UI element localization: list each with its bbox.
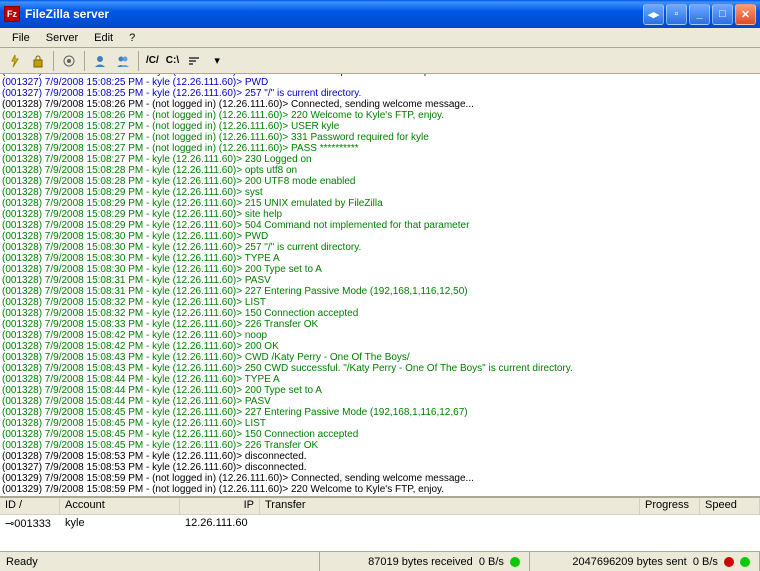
log-line: (001328) 7/9/2008 15:08:29 PM - kyle (12…: [2, 187, 758, 198]
status-ready: Ready: [0, 552, 320, 571]
log-line: (001328) 7/9/2008 15:08:32 PM - kyle (12…: [2, 308, 758, 319]
conn-ip: 12.26.111.60: [180, 516, 260, 531]
status-sent: 2047696209 bytes sent 0 B/s: [530, 552, 760, 571]
log-line: (001327) 7/9/2008 15:08:25 PM - kyle (12…: [2, 77, 758, 88]
log-line: (001328) 7/9/2008 15:08:27 PM - (not log…: [2, 143, 758, 154]
connection-row[interactable]: ⊸001333 kyle 12.26.111.60: [0, 515, 760, 532]
log-line: (001328) 7/9/2008 15:08:43 PM - kyle (12…: [2, 352, 758, 363]
custom-button-2[interactable]: ▫: [666, 4, 687, 25]
col-speed[interactable]: Speed: [700, 498, 760, 514]
conn-icon: ⊸001333: [0, 516, 60, 531]
log-line: (001328) 7/9/2008 15:08:43 PM - kyle (12…: [2, 363, 758, 374]
log-line: (001328) 7/9/2008 15:08:45 PM - kyle (12…: [2, 429, 758, 440]
log-line: (001328) 7/9/2008 15:08:44 PM - kyle (12…: [2, 374, 758, 385]
log-line: (001328) 7/9/2008 15:08:44 PM - kyle (12…: [2, 385, 758, 396]
log-line: (001328) 7/9/2008 15:08:28 PM - kyle (12…: [2, 176, 758, 187]
recv-rate: 0 B/s: [479, 556, 504, 568]
separator: [53, 51, 54, 71]
col-id[interactable]: ID /: [0, 498, 60, 514]
log-line: (001328) 7/9/2008 15:08:45 PM - kyle (12…: [2, 407, 758, 418]
log-line: (001328) 7/9/2008 15:08:45 PM - kyle (12…: [2, 418, 758, 429]
menu-file[interactable]: File: [4, 30, 38, 46]
status-received: 87019 bytes received 0 B/s: [320, 552, 530, 571]
titlebar: Fz FileZilla server ◂▸ ▫ _ □ ✕: [0, 0, 760, 28]
col-transfer[interactable]: Transfer: [260, 498, 640, 514]
menu-edit[interactable]: Edit: [86, 30, 121, 46]
log-line: (001328) 7/9/2008 15:08:31 PM - kyle (12…: [2, 275, 758, 286]
conn-progress: [640, 516, 700, 531]
col-ip[interactable]: IP: [180, 498, 260, 514]
log-line: (001328) 7/9/2008 15:08:29 PM - kyle (12…: [2, 209, 758, 220]
path-win-button[interactable]: C:\: [163, 55, 182, 66]
log-line: (001328) 7/9/2008 15:08:30 PM - kyle (12…: [2, 264, 758, 275]
log-line: (001328) 7/9/2008 15:08:42 PM - kyle (12…: [2, 330, 758, 341]
conn-transfer: [260, 516, 640, 531]
col-progress[interactable]: Progress: [640, 498, 700, 514]
recv-indicator-icon: [510, 557, 520, 567]
custom-button-1[interactable]: ◂▸: [643, 4, 664, 25]
minimize-button[interactable]: _: [689, 4, 710, 25]
separator: [84, 51, 85, 71]
sent-rate: 0 B/s: [693, 556, 718, 568]
path-unix-button[interactable]: /C/: [143, 55, 162, 66]
statusbar: Ready 87019 bytes received 0 B/s 2047696…: [0, 551, 760, 571]
log-line: (001328) 7/9/2008 15:08:32 PM - kyle (12…: [2, 297, 758, 308]
conn-account: kyle: [60, 516, 180, 531]
sent-indicator-icon: [724, 557, 734, 567]
menubar: File Server Edit ?: [0, 28, 760, 48]
log-line: (001328) 7/9/2008 15:08:26 PM - (not log…: [2, 110, 758, 121]
groups-icon[interactable]: [112, 50, 134, 72]
log-line: (001328) 7/9/2008 15:08:29 PM - kyle (12…: [2, 220, 758, 231]
log-line: (001328) 7/9/2008 15:08:42 PM - kyle (12…: [2, 341, 758, 352]
log-line: (001329) 7/9/2008 15:08:59 PM - (not log…: [2, 473, 758, 484]
lightning-icon[interactable]: [4, 50, 26, 72]
settings-icon[interactable]: [58, 50, 80, 72]
window-title: FileZilla server: [25, 7, 643, 21]
window-controls: ◂▸ ▫ _ □ ✕: [643, 4, 756, 25]
connections-header: ID / Account IP Transfer Progress Speed: [0, 498, 760, 515]
recv-bytes: 87019 bytes received: [368, 556, 473, 568]
log-line: (001328) 7/9/2008 15:08:27 PM - (not log…: [2, 132, 758, 143]
app-icon: Fz: [4, 6, 20, 22]
users-icon[interactable]: [89, 50, 111, 72]
log-pane[interactable]: (001327) 7/9/2008 15:08:23 PM - kyle (12…: [0, 74, 760, 496]
col-account[interactable]: Account: [60, 498, 180, 514]
log-line: (001328) 7/9/2008 15:08:33 PM - kyle (12…: [2, 319, 758, 330]
lock-icon[interactable]: [27, 50, 49, 72]
log-line: (001328) 7/9/2008 15:08:45 PM - kyle (12…: [2, 440, 758, 451]
log-line: (001329) 7/9/2008 15:08:59 PM - (not log…: [2, 484, 758, 495]
connections-pane: ID / Account IP Transfer Progress Speed …: [0, 496, 760, 551]
log-line: (001328) 7/9/2008 15:08:30 PM - kyle (12…: [2, 253, 758, 264]
sort-icon[interactable]: [183, 50, 205, 72]
conn-speed: [700, 516, 760, 531]
separator: [138, 51, 139, 71]
dropdown-icon[interactable]: ▾: [206, 50, 228, 72]
close-button[interactable]: ✕: [735, 4, 756, 25]
toolbar: /C/ C:\ ▾: [0, 48, 760, 74]
sent-indicator-icon-2: [740, 557, 750, 567]
log-line: (001328) 7/9/2008 15:08:30 PM - kyle (12…: [2, 242, 758, 253]
log-line: (001328) 7/9/2008 15:08:53 PM - kyle (12…: [2, 451, 758, 462]
conn-id: 001333: [14, 518, 51, 530]
log-line: (001327) 7/9/2008 15:08:53 PM - kyle (12…: [2, 462, 758, 473]
log-line: (001328) 7/9/2008 15:08:28 PM - kyle (12…: [2, 165, 758, 176]
log-line: (001328) 7/9/2008 15:08:27 PM - (not log…: [2, 121, 758, 132]
log-line: (001328) 7/9/2008 15:08:27 PM - kyle (12…: [2, 154, 758, 165]
log-line: (001328) 7/9/2008 15:08:29 PM - kyle (12…: [2, 198, 758, 209]
maximize-button[interactable]: □: [712, 4, 733, 25]
log-line: (001328) 7/9/2008 15:08:31 PM - kyle (12…: [2, 286, 758, 297]
log-line: (001328) 7/9/2008 15:08:44 PM - kyle (12…: [2, 396, 758, 407]
menu-server[interactable]: Server: [38, 30, 86, 46]
sent-bytes: 2047696209 bytes sent: [572, 556, 686, 568]
menu-help[interactable]: ?: [121, 30, 143, 46]
log-line: (001327) 7/9/2008 15:08:25 PM - kyle (12…: [2, 88, 758, 99]
log-line: (001328) 7/9/2008 15:08:26 PM - (not log…: [2, 99, 758, 110]
log-line: (001328) 7/9/2008 15:08:30 PM - kyle (12…: [2, 231, 758, 242]
